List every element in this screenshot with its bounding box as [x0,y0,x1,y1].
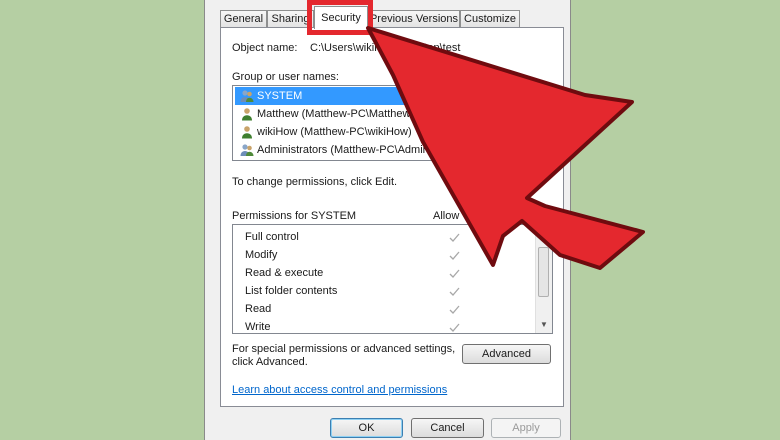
red-annotation-arrow [366,26,645,270]
